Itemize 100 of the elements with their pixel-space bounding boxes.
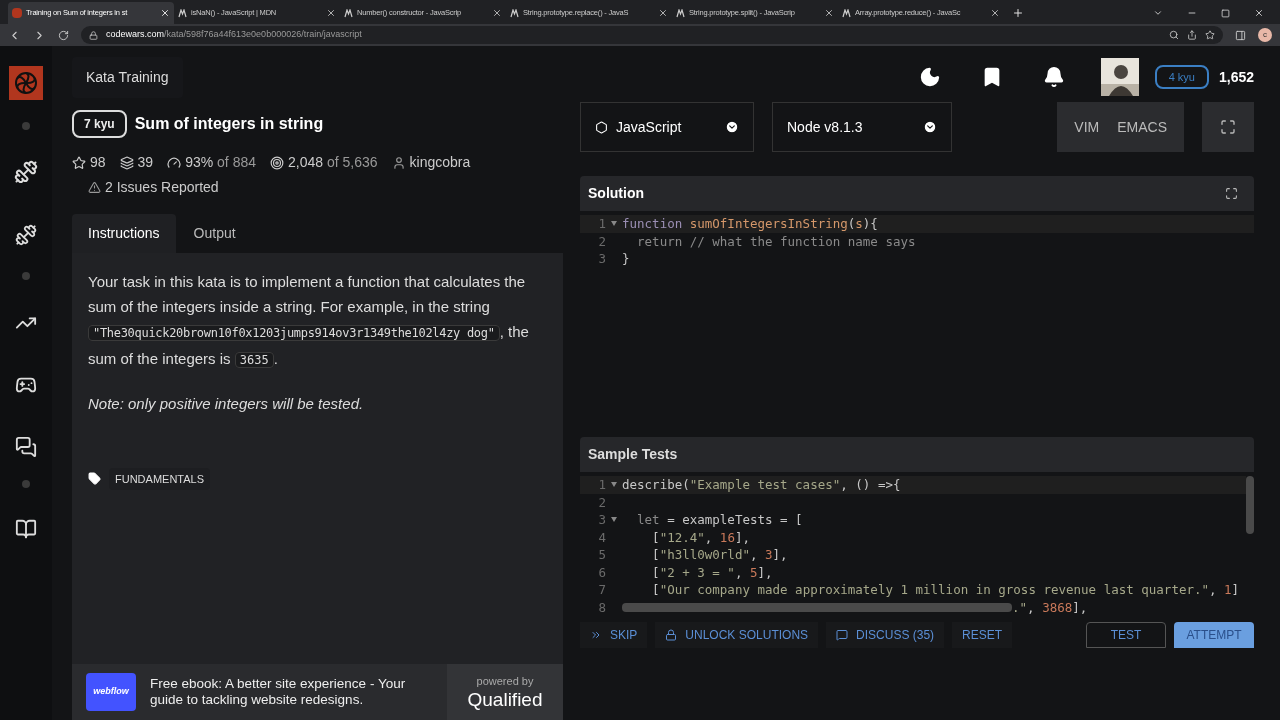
kyu-badge: 7 kyu <box>72 110 127 138</box>
action-button[interactable]: DISCUSS (35) <box>826 622 945 648</box>
line-number: 3 <box>597 511 606 529</box>
line-number: 6 <box>597 563 606 581</box>
site-icon <box>676 8 685 18</box>
stars-count: 98 <box>90 153 106 172</box>
warning-icon <box>88 181 101 194</box>
completions: 2,048 of 5,636 <box>288 153 378 172</box>
site-icon <box>12 8 22 18</box>
code-line: describe("Example test cases", () =>{ <box>622 476 901 494</box>
panel-tab[interactable]: Instructions <box>72 214 176 253</box>
language-select[interactable]: JavaScript <box>580 102 754 152</box>
bell-icon[interactable] <box>1042 66 1065 88</box>
fullscreen-icon <box>1220 119 1236 135</box>
side-panel-icon[interactable] <box>1235 29 1246 41</box>
action-button[interactable]: RESET <box>952 622 1013 648</box>
author-link[interactable]: kingcobra <box>409 152 471 173</box>
collections-count: 39 <box>137 153 154 172</box>
instructions-text: Your task in this kata is to implement a function that calculates the sum of the integers inside a string. For example, in the string "The30quick20brown10f0x1203jumps914ov3r1349the102l4zy dog" , the sum of the integers is 3635 . <box>88 272 530 370</box>
code-line: return // what the function name says <box>636 232 916 250</box>
line-number: 7 <box>597 581 606 599</box>
qualified-logo: Qualified <box>467 689 543 712</box>
action-button[interactable]: SKIP <box>580 622 648 648</box>
share-icon[interactable] <box>1187 30 1197 40</box>
code-line: ["Our company made approximately 1 million in gross revenue last quarter.", 1] <box>651 581 1240 599</box>
test-button[interactable]: TEST <box>1086 622 1166 648</box>
site-icon <box>344 8 353 18</box>
book-icon[interactable] <box>15 518 37 540</box>
discussion-icon[interactable] <box>15 436 37 458</box>
honor-count: 1,652 <box>1218 67 1254 87</box>
tag[interactable]: FUNDAMENTALS <box>109 467 211 490</box>
code-line: ["2 + 3 = ", 5], <box>651 563 773 581</box>
note-text: Note: only positive integers will be tested. <box>88 394 365 414</box>
close-icon[interactable] <box>658 8 668 18</box>
maximize-icon[interactable] <box>1221 9 1230 18</box>
chat-icon <box>836 629 849 641</box>
target-icon <box>270 155 284 170</box>
lock-icon <box>89 30 98 40</box>
line-number: 1 <box>597 476 606 494</box>
close-icon[interactable] <box>824 8 834 18</box>
satisfaction-rating: 93% of 884 <box>185 153 256 172</box>
skip-icon <box>590 629 602 641</box>
fold-arrow-icon[interactable] <box>611 221 617 227</box>
new-tab-icon[interactable] <box>1012 7 1024 19</box>
line-number: 2 <box>597 493 606 511</box>
fullscreen-button[interactable] <box>1202 102 1254 152</box>
ad-text: Free ebook: A better site experience - Your guide to tackling website redesigns. <box>150 676 407 708</box>
powered-by-text: powered by <box>476 673 534 689</box>
section-title: Sample Tests <box>588 445 678 464</box>
lock-icon <box>665 629 678 641</box>
tag-icon <box>88 472 101 486</box>
fold-arrow-icon[interactable] <box>611 482 617 488</box>
logo[interactable] <box>9 66 43 100</box>
scrollbar-thumb[interactable] <box>622 602 1012 612</box>
site-icon <box>842 8 851 18</box>
close-icon[interactable] <box>1254 8 1264 18</box>
code-line: function sumOfIntegersInString(s){ <box>622 215 878 233</box>
close-icon[interactable] <box>326 8 336 18</box>
panel-tab[interactable]: Output <box>177 214 252 253</box>
mode-button[interactable]: VIM <box>1065 116 1109 138</box>
dropdown-icon <box>725 120 739 134</box>
line-number: 5 <box>597 546 606 564</box>
profile-avatar[interactable]: c <box>1258 28 1272 42</box>
kata-title: Sum of integers in string <box>134 114 324 134</box>
code-line: ["h3ll0w0rld", 3], <box>651 546 788 564</box>
line-number: 2 <box>597 232 606 250</box>
action-button[interactable]: UNLOCK SOLUTIONS <box>655 622 819 648</box>
bookmark-star-icon[interactable] <box>1205 30 1215 40</box>
scrollbar[interactable] <box>1246 476 1254 534</box>
webflow-logo: webflow <box>86 673 136 711</box>
dojo-icon[interactable] <box>15 224 37 246</box>
close-icon[interactable] <box>492 8 502 18</box>
line-number: 4 <box>597 528 606 546</box>
code-line: .", 3868], <box>1012 598 1088 616</box>
moon-icon[interactable] <box>918 66 941 88</box>
code-line: } <box>622 250 630 268</box>
site-icon <box>178 8 187 18</box>
star-icon[interactable] <box>72 155 86 170</box>
ad-banner[interactable]: webflow Free ebook: A better site experience - Your guide to tackling website redesigns. powered by Qualified <box>72 664 563 720</box>
issues-link[interactable]: 2 Issues Reported <box>105 177 219 198</box>
code-line: let = exampleTests = [ <box>636 511 803 529</box>
tab-search-icon[interactable] <box>1153 8 1163 18</box>
version-select[interactable]: Node v8.1.3 <box>772 102 952 152</box>
close-icon[interactable] <box>160 8 170 18</box>
user-icon <box>391 155 406 170</box>
reload-icon[interactable] <box>58 29 69 41</box>
mode-button[interactable]: EMACS <box>1108 116 1176 138</box>
code-line: ["12.4", 16], <box>651 528 750 546</box>
zoom-icon[interactable] <box>1169 30 1179 40</box>
line-number: 1 <box>597 215 606 233</box>
line-number: 3 <box>597 250 606 268</box>
close-icon[interactable] <box>990 8 1000 18</box>
section-title: Solution <box>588 184 644 203</box>
training-icon[interactable] <box>14 160 38 184</box>
collections-icon <box>119 155 134 170</box>
url-field[interactable]: codewars.com/kata/598f76a44f613e0e0b000026/train/javascript <box>81 26 1223 44</box>
rank-badge: 4 kyu <box>1154 64 1209 90</box>
gauge-icon <box>167 155 182 170</box>
expand-icon[interactable] <box>1225 187 1238 200</box>
fold-arrow-icon[interactable] <box>611 517 617 523</box>
